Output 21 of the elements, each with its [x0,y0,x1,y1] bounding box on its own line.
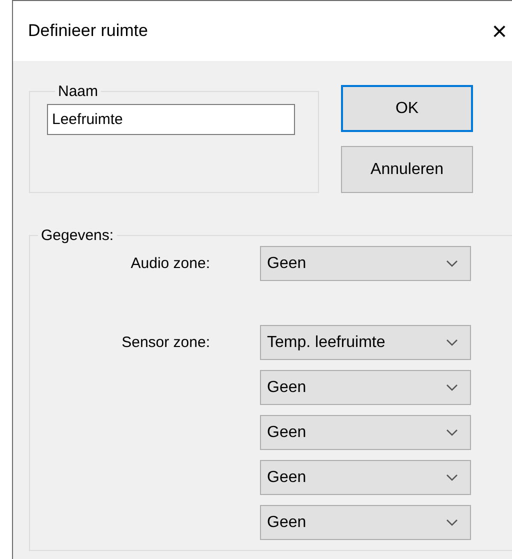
group-label: Gegevens: [40,227,115,244]
field-label: Sensor zone: [120,333,210,351]
chevron-down-icon [446,474,458,481]
zone-dropdown[interactable]: Temp. leefruimte [260,325,471,360]
zone-dropdown[interactable]: Geen [260,460,471,495]
name-input-field[interactable]: Leefruimte [47,104,295,135]
chevron-down-icon [446,260,458,267]
zone-dropdown[interactable]: Geen [260,370,471,405]
dialog-button[interactable]: Annuleren [341,146,473,193]
dialog-button[interactable]: OK [341,85,473,132]
chevron-down-icon [446,429,458,436]
close-button[interactable]: × [488,18,511,44]
chevron-down-icon [446,519,458,526]
zone-dropdown[interactable]: Geen [260,505,471,540]
zone-dropdown[interactable]: Geen [260,415,471,450]
window-title: Definieer ruimte [28,21,148,41]
chevron-down-icon [446,384,458,391]
group-label: Naam [57,83,100,100]
zone-dropdown[interactable]: Geen [260,246,471,281]
chevron-down-icon [446,339,458,346]
field-label: Audio zone: [130,254,210,272]
